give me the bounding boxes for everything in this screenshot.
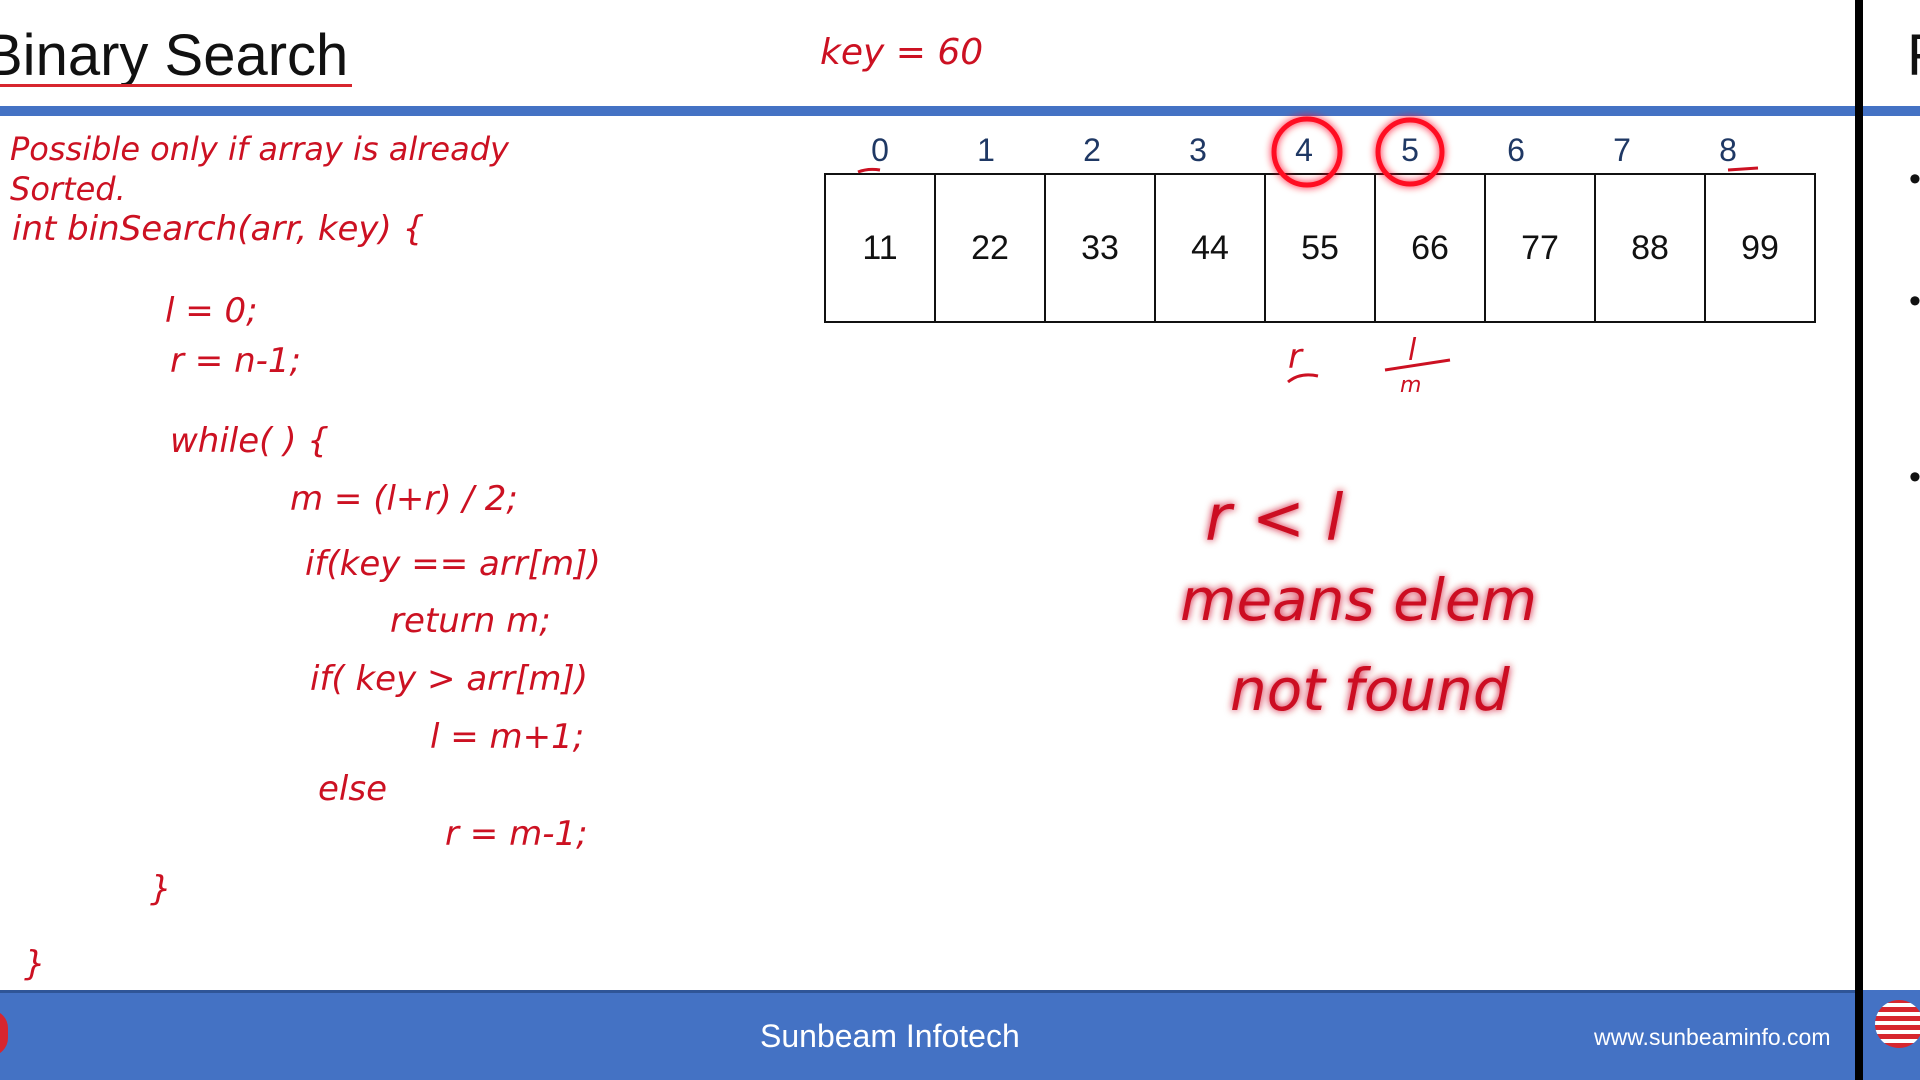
- code-line: l = m+1;: [430, 717, 584, 757]
- index-8-underline: [1727, 166, 1759, 172]
- code-line: if( key > arr[m]): [310, 659, 588, 699]
- under-l: l: [1408, 333, 1417, 368]
- strike-mark: [1384, 358, 1451, 372]
- under-r: r: [1288, 337, 1304, 377]
- bullet-icon: •: [1909, 282, 1920, 320]
- bullet-icon: •: [1909, 458, 1920, 496]
- code-line: r = m-1;: [445, 814, 588, 854]
- code-line: m = (l+r) / 2;: [290, 479, 518, 519]
- code-line: while( ) {: [170, 421, 329, 461]
- code-line: r = n-1;: [170, 341, 301, 381]
- code-line: int binSearch(arr, key) {: [12, 209, 424, 249]
- footer-url: www.sunbeaminfo.com: [1594, 1024, 1831, 1050]
- code-line: }: [150, 869, 172, 909]
- index-0-underline: [857, 167, 881, 174]
- means-line-1: means elem: [1180, 566, 1537, 634]
- means-line-2: not found: [1230, 656, 1511, 724]
- index-4-circle: [1271, 116, 1343, 188]
- condition-text: r < l: [1205, 482, 1344, 556]
- slide: Binary Search 0 1 2 3 4 5 6 7 8 11 22 33…: [0, 0, 1855, 1080]
- bullet-icon: •: [1909, 160, 1920, 198]
- next-slide-rule: [1863, 106, 1920, 116]
- under-m: m: [1400, 373, 1421, 398]
- code-line: return m;: [390, 601, 551, 641]
- sunbeam-globe-logo: [1875, 1000, 1920, 1048]
- ink-annotations: key = 60 Possible only if array is alrea…: [10, 32, 1759, 984]
- slide-divider: [1855, 0, 1863, 1080]
- key-annotation: key = 60: [820, 32, 983, 73]
- code-line: }: [24, 944, 46, 984]
- next-slide-preview: F • • •: [1863, 0, 1920, 1080]
- code-line: l = 0;: [165, 291, 258, 331]
- next-slide-title: F: [1907, 22, 1920, 89]
- code-line: if(key == arr[m]): [305, 544, 601, 584]
- code-line: else: [318, 769, 387, 809]
- footer-company: Sunbeam Infotech: [760, 1018, 1020, 1054]
- note-line-1: Possible only if array is already: [10, 130, 510, 168]
- index-5-circle: [1375, 117, 1445, 187]
- note-line-2: Sorted.: [10, 170, 126, 208]
